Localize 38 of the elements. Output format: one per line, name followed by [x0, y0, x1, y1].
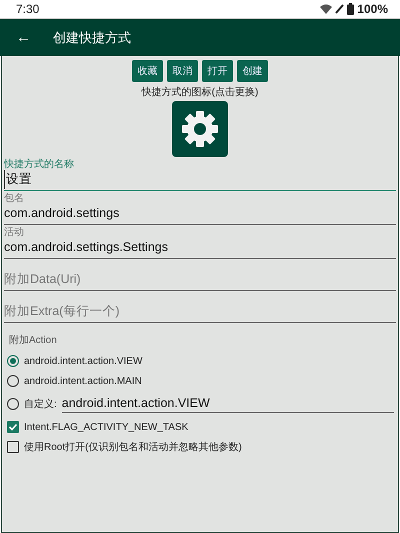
- field-value: com.android.settings.Settings: [4, 239, 169, 256]
- action-button[interactable]: 取消: [167, 60, 198, 82]
- wifi-icon: [320, 4, 332, 14]
- action-button[interactable]: 创建: [237, 60, 268, 82]
- radio-button[interactable]: [7, 375, 19, 387]
- status-time: 7:30: [16, 2, 40, 16]
- section-label: 附加Action: [9, 334, 58, 347]
- field-value: 设置: [4, 170, 396, 189]
- field-label: 活动: [4, 227, 25, 238]
- radio-button[interactable]: [7, 398, 19, 410]
- back-button[interactable]: ←: [12, 29, 35, 46]
- battery-icon: [347, 3, 354, 15]
- text-field[interactable]: 附加Extra(每行一个): [4, 293, 396, 323]
- text-field[interactable]: 活动 com.android.settings.Settings: [4, 227, 396, 259]
- text-field[interactable]: 附加Data(Uri): [4, 261, 396, 291]
- text-field[interactable]: 包名 com.android.settings: [4, 193, 396, 225]
- field-placeholder: 附加Extra(每行一个): [4, 303, 120, 320]
- radio-label: android.intent.action.VIEW: [24, 356, 142, 366]
- field-placeholder: 附加Data(Uri): [4, 271, 82, 288]
- custom-action-field[interactable]: android.intent.action.VIEW: [62, 396, 394, 412]
- action-button[interactable]: 打开: [202, 60, 233, 82]
- checkbox[interactable]: [7, 441, 19, 453]
- action-button[interactable]: 收藏: [132, 60, 163, 82]
- checkbox[interactable]: [7, 421, 19, 433]
- field-value: com.android.settings: [4, 205, 120, 222]
- icon-caption: 快捷方式的图标(点击更换): [140, 86, 260, 99]
- app-bar-title: 创建快捷方式: [53, 28, 131, 46]
- radio-label: android.intent.action.MAIN: [24, 376, 142, 386]
- field-label: 快捷方式的名称: [4, 159, 75, 170]
- signal-off-icon: [335, 4, 344, 14]
- settings-icon[interactable]: [172, 101, 228, 157]
- radio-button[interactable]: [7, 355, 19, 367]
- radio-label: 自定义:: [24, 398, 57, 411]
- text-field[interactable]: 快捷方式的名称 设置: [4, 159, 396, 191]
- checkbox-label: Intent.FLAG_ACTIVITY_NEW_TASK: [24, 422, 188, 432]
- checkbox-label: 使用Root打开(仅识别包名和活动并忽略其他参数): [24, 440, 242, 454]
- field-label: 包名: [4, 193, 25, 204]
- battery-level: 100%: [357, 2, 388, 16]
